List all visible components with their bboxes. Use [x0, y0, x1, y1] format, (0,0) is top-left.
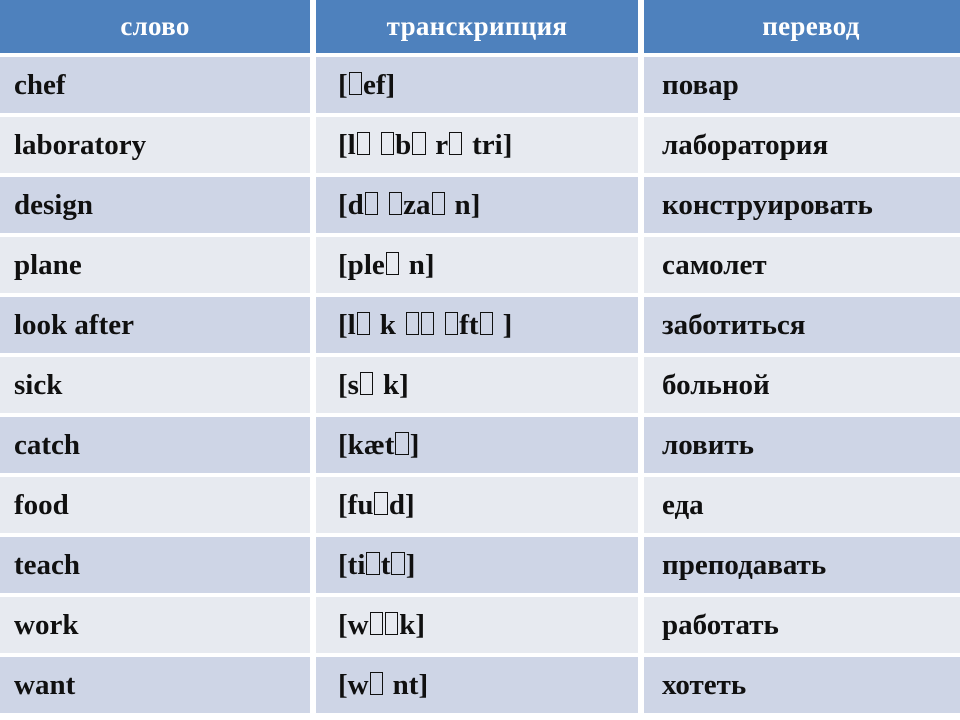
missing-glyph-box: [388, 192, 403, 216]
cell-translation: заботиться: [644, 297, 960, 353]
cell-word: look after: [0, 297, 310, 353]
cell-word: design: [0, 177, 310, 233]
cell-translation: лаборатория: [644, 117, 960, 173]
cell-transcription: [d za n]: [316, 177, 638, 233]
missing-glyph-box: [405, 312, 419, 336]
cell-transcription: [ple n]: [316, 237, 638, 293]
missing-glyph-box: [412, 132, 426, 156]
missing-glyph-box: [380, 132, 395, 156]
missing-glyph-box: [369, 672, 383, 696]
table-row: want [w nt] хотеть: [0, 657, 960, 713]
cell-transcription: [l k ft]: [316, 297, 638, 353]
table-row: chef[ef] повар: [0, 57, 960, 113]
missing-glyph-box: [348, 72, 362, 96]
missing-glyph-box: [444, 312, 459, 336]
missing-glyph-box: [359, 372, 374, 396]
cell-word: want: [0, 657, 310, 713]
cell-transcription: [w k]: [316, 597, 638, 653]
missing-glyph-box: [391, 552, 405, 576]
missing-glyph-box: [449, 132, 463, 156]
missing-glyph-box: [420, 312, 435, 336]
vocabulary-table: слово транскрипция перевод chef[ef] повар…: [0, 0, 960, 717]
cell-word: work: [0, 597, 310, 653]
cell-translation: конструировать: [644, 177, 960, 233]
table-row: plane [ple n] самолет: [0, 237, 960, 293]
table-row: laboratory [l b r tri] лаборатория: [0, 117, 960, 173]
table-row: design [d za n] конструировать: [0, 177, 960, 233]
cell-transcription: [fu d]: [316, 477, 638, 533]
cell-translation: хотеть: [644, 657, 960, 713]
table-row: work [w k] работать: [0, 597, 960, 653]
table-row: catch [kæt] ловить: [0, 417, 960, 473]
column-header-word: слово: [0, 0, 310, 53]
table-row: food [fu d] еда: [0, 477, 960, 533]
column-header-transcription: транскрипция: [316, 0, 638, 53]
missing-glyph-box: [395, 432, 409, 456]
cell-transcription: [s k]: [316, 357, 638, 413]
table-row: look after [l k ft] заботиться: [0, 297, 960, 353]
table-header: слово транскрипция перевод: [0, 0, 960, 53]
cell-translation: повар: [644, 57, 960, 113]
table-header-row: слово транскрипция перевод: [0, 0, 960, 53]
table-row: teach [ti t] преподавать: [0, 537, 960, 593]
missing-glyph-box: [385, 252, 400, 276]
cell-translation: больной: [644, 357, 960, 413]
cell-transcription: [kæt]: [316, 417, 638, 473]
cell-translation: ловить: [644, 417, 960, 473]
missing-glyph-box: [374, 492, 388, 516]
missing-glyph-box: [431, 192, 445, 216]
missing-glyph-box: [384, 612, 399, 636]
cell-word: catch: [0, 417, 310, 473]
table-body: chef[ef] повар laboratory [l b r tri] лаборатор…: [0, 57, 960, 713]
vocabulary-table-container: слово транскрипция перевод chef[ef] повар…: [0, 0, 960, 720]
cell-transcription: [w nt]: [316, 657, 638, 713]
cell-word: sick: [0, 357, 310, 413]
cell-word: chef: [0, 57, 310, 113]
cell-word: food: [0, 477, 310, 533]
missing-glyph-box: [364, 192, 379, 216]
cell-word: laboratory: [0, 117, 310, 173]
cell-transcription: [ef]: [316, 57, 638, 113]
cell-translation: работать: [644, 597, 960, 653]
cell-translation: еда: [644, 477, 960, 533]
missing-glyph-box: [479, 312, 493, 336]
table-row: sick [s k] больной: [0, 357, 960, 413]
missing-glyph-box: [366, 552, 380, 576]
cell-word: teach: [0, 537, 310, 593]
column-header-translation: перевод: [644, 0, 960, 53]
missing-glyph-box: [356, 132, 371, 156]
cell-translation: самолет: [644, 237, 960, 293]
cell-transcription: [l b r tri]: [316, 117, 638, 173]
missing-glyph-box: [369, 612, 383, 636]
cell-translation: преподавать: [644, 537, 960, 593]
missing-glyph-box: [356, 312, 371, 336]
cell-word: plane: [0, 237, 310, 293]
cell-transcription: [ti t]: [316, 537, 638, 593]
